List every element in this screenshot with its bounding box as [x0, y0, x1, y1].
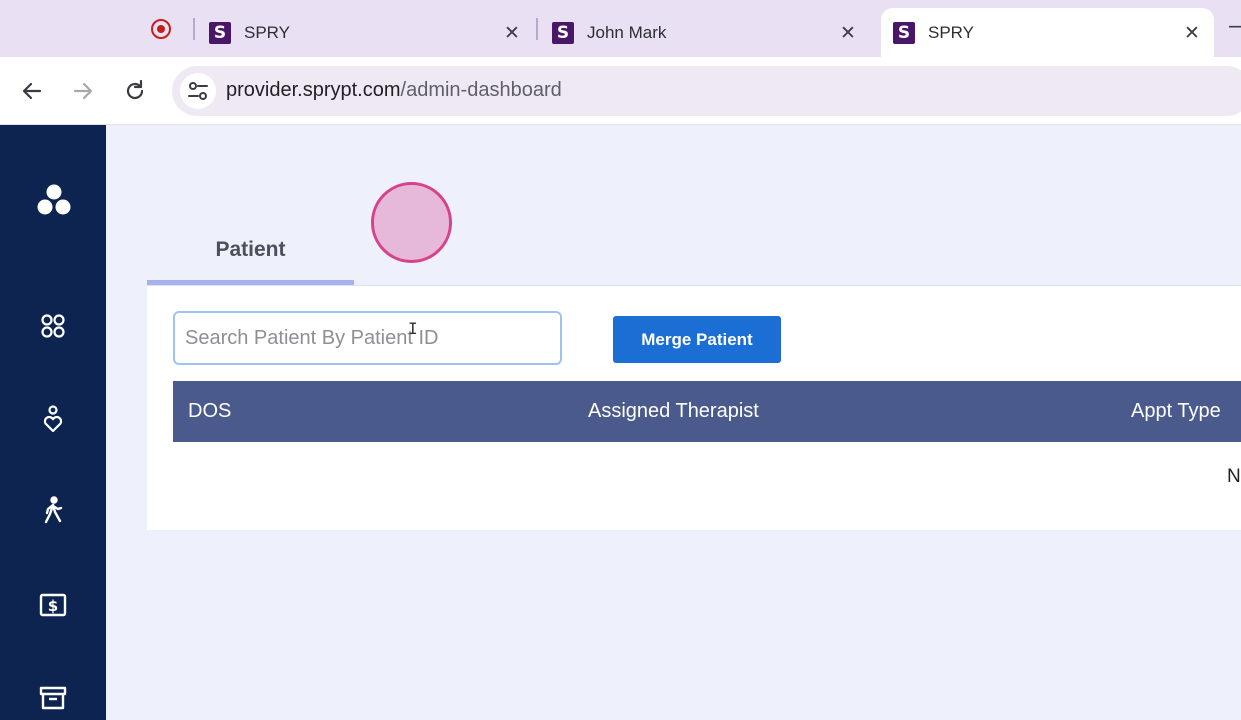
patient-panel: I Merge Patient DOS Assigned Therapist A…: [147, 285, 1241, 530]
svg-text:$: $: [48, 597, 58, 615]
billing-dollar-icon[interactable]: $: [37, 589, 69, 621]
browser-toolbar: provider.sprypt.com/admin-dashboard: [0, 57, 1241, 125]
click-indicator: [371, 182, 452, 263]
forward-arrow-icon[interactable]: [69, 77, 97, 105]
browser-tab-strip: S SPRY ✕ S John Mark ✕ S SPRY ✕ —: [0, 0, 1241, 57]
back-arrow-icon[interactable]: [18, 77, 46, 105]
new-tab-icon[interactable]: —: [1228, 14, 1241, 39]
table-header: DOS Assigned Therapist Appt Type: [173, 381, 1241, 442]
app-sidebar: $: [0, 125, 106, 720]
close-tab-icon[interactable]: ✕: [1180, 21, 1204, 45]
url-host: provider.sprypt.com: [226, 79, 401, 101]
spry-favicon-icon: S: [552, 21, 574, 44]
close-tab-icon[interactable]: ✕: [500, 21, 524, 45]
close-tab-icon[interactable]: ✕: [836, 21, 860, 45]
tab-title: SPRY: [928, 22, 974, 42]
recording-indicator-icon: [151, 19, 171, 39]
tab-patient[interactable]: Patient: [147, 230, 354, 285]
tab-title: SPRY: [244, 22, 290, 42]
merge-patient-button[interactable]: Merge Patient: [613, 316, 781, 363]
archive-box-icon[interactable]: [37, 682, 69, 714]
tune-icon: [188, 82, 208, 100]
empty-table-message: No: [1227, 466, 1241, 487]
patient-care-icon[interactable]: [37, 402, 69, 434]
tab-patient-label: Patient: [215, 238, 286, 261]
reload-icon[interactable]: [121, 77, 149, 105]
browser-tab-1[interactable]: S SPRY ✕: [209, 8, 534, 57]
column-header-assigned-therapist[interactable]: Assigned Therapist: [588, 381, 759, 442]
browser-tab-2[interactable]: S John Mark ✕: [552, 8, 870, 57]
logo-icon[interactable]: [35, 181, 73, 219]
tab-title: John Mark: [587, 22, 667, 42]
url-text: provider.sprypt.com/admin-dashboard: [226, 79, 562, 102]
column-header-appt-type[interactable]: Appt Type: [1131, 381, 1221, 442]
search-patient-input[interactable]: [173, 311, 562, 365]
spry-favicon-icon: S: [893, 21, 915, 44]
tab-separator: [193, 18, 195, 40]
main-content: Patient I Merge Patient DOS Assigned The…: [106, 125, 1241, 720]
tab-separator: [536, 18, 538, 40]
spry-favicon-icon: S: [209, 21, 231, 44]
column-header-dos[interactable]: DOS: [188, 381, 231, 442]
text-cursor-icon: I: [408, 319, 418, 338]
dashboard-grid-icon[interactable]: [37, 310, 69, 342]
browser-tab-active[interactable]: S SPRY ✕: [881, 8, 1214, 57]
address-bar[interactable]: provider.sprypt.com/admin-dashboard: [172, 66, 1241, 116]
walking-person-icon[interactable]: [37, 495, 69, 527]
site-info-button[interactable]: [180, 73, 216, 109]
url-path: /admin-dashboard: [400, 79, 562, 101]
